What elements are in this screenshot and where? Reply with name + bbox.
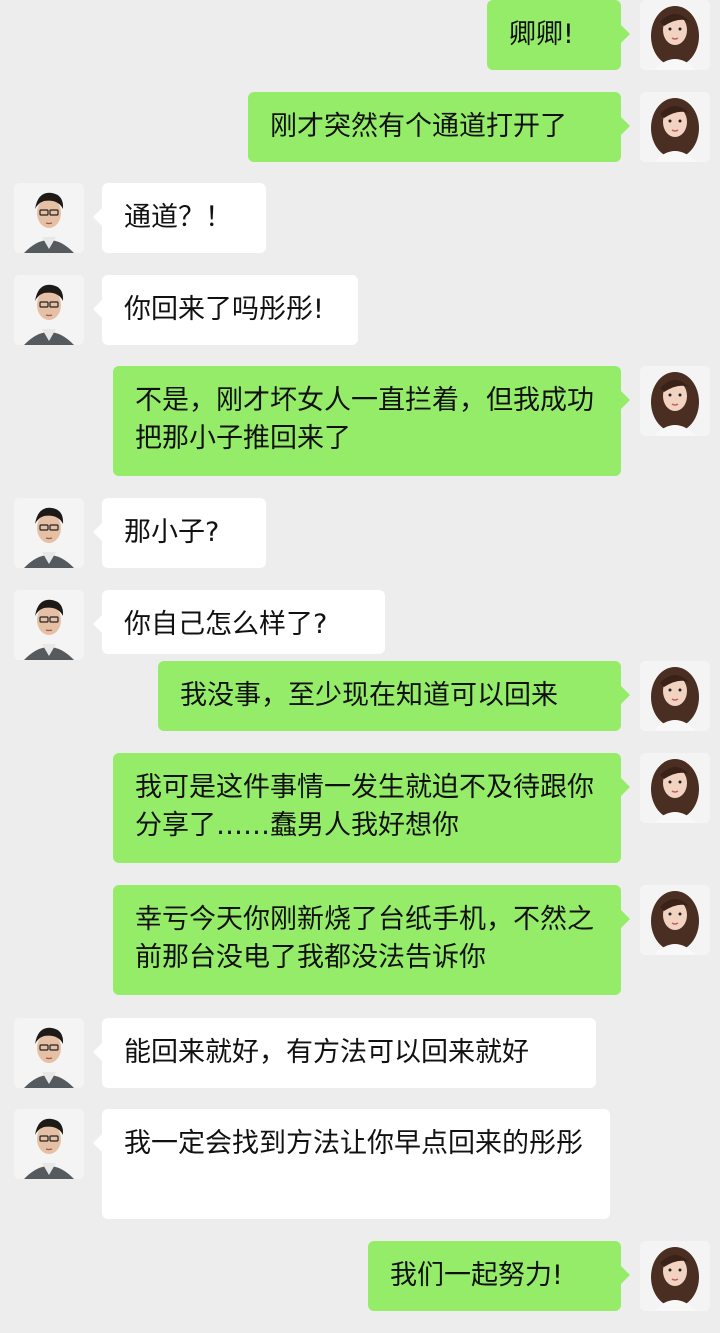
message-bubble[interactable]: 我可是这件事情一发生就迫不及待跟你分享了……蠢男人我好想你: [113, 753, 630, 863]
message-bubble[interactable]: 卿卿!: [487, 0, 630, 70]
girl-avatar-icon[interactable]: [640, 1241, 710, 1311]
girl-avatar-icon[interactable]: [640, 366, 710, 436]
message-bubble[interactable]: 你自己怎么样了?: [93, 590, 385, 654]
boy-avatar-icon[interactable]: [14, 590, 84, 660]
boy-avatar-icon[interactable]: [14, 275, 84, 345]
message-bubble[interactable]: 通道？！: [93, 183, 266, 253]
girl-avatar-icon[interactable]: [640, 885, 710, 955]
boy-avatar-icon[interactable]: [14, 1018, 84, 1088]
message-bubble[interactable]: 我们一起努力!: [368, 1241, 630, 1311]
boy-avatar-icon[interactable]: [14, 1109, 84, 1179]
message-bubble[interactable]: 我一定会找到方法让你早点回来的彤彤: [93, 1109, 610, 1219]
message-bubble[interactable]: 那小子?: [93, 498, 266, 568]
message-bubble[interactable]: 我没事，至少现在知道可以回来: [158, 661, 630, 731]
girl-avatar-icon[interactable]: [640, 661, 710, 731]
boy-avatar-icon[interactable]: [14, 498, 84, 568]
girl-avatar-icon[interactable]: [640, 753, 710, 823]
girl-avatar-icon[interactable]: [640, 0, 710, 70]
chat-area: 卿卿! 刚才突然有个通道打开了 通道？！ 你回来了吗彤彤! 不是，刚才坏女人一直…: [0, 0, 720, 1333]
message-bubble[interactable]: 不是，刚才坏女人一直拦着，但我成功把那小子推回来了: [113, 366, 630, 476]
message-bubble[interactable]: 幸亏今天你刚新烧了台纸手机，不然之前那台没电了我都没法告诉你: [113, 885, 630, 995]
girl-avatar-icon[interactable]: [640, 92, 710, 162]
message-bubble[interactable]: 能回来就好，有方法可以回来就好: [93, 1018, 596, 1088]
message-bubble[interactable]: 刚才突然有个通道打开了: [248, 92, 630, 162]
message-bubble[interactable]: 你回来了吗彤彤!: [93, 275, 358, 345]
boy-avatar-icon[interactable]: [14, 183, 84, 253]
